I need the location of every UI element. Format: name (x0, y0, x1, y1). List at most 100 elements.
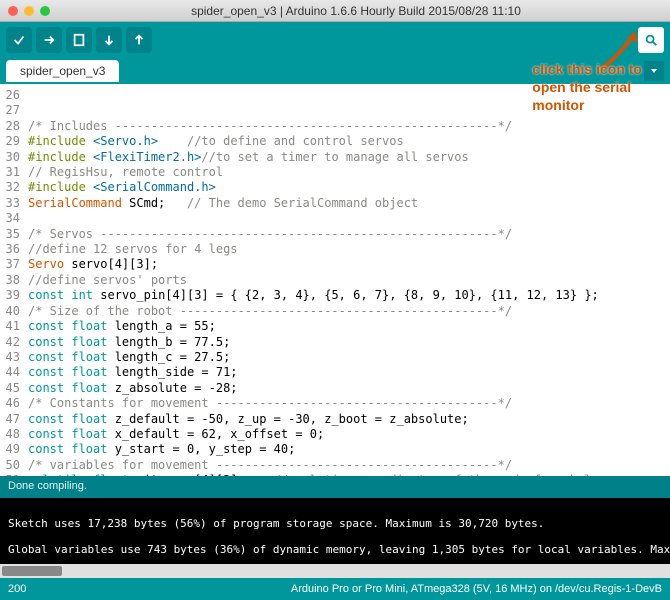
code-line[interactable]: 44const float length_side = 71; (0, 365, 670, 380)
code-line[interactable]: 51volatile float site_now[4][3]; //real-… (0, 473, 670, 476)
code-text (28, 211, 670, 226)
line-number-gutter: 46 (0, 396, 28, 411)
code-text: volatile float site_now[4][3]; //real-ti… (28, 473, 670, 476)
line-number-gutter: 45 (0, 381, 28, 396)
line-number-gutter: 34 (0, 211, 28, 226)
code-line[interactable]: 48const float x_default = 62, x_offset =… (0, 427, 670, 442)
code-text: const float y_start = 0, y_step = 40; (28, 442, 670, 457)
code-text: //define servos' ports (28, 273, 670, 288)
console-line: Global variables use 743 bytes (36%) of … (8, 543, 662, 556)
code-text: const float z_default = -50, z_up = -30,… (28, 412, 670, 427)
line-number-gutter: 50 (0, 458, 28, 473)
verify-button[interactable] (6, 27, 32, 53)
code-text: const float length_c = 27.5; (28, 350, 670, 365)
code-text: const int servo_pin[4][3] = { {2, 3, 4},… (28, 288, 670, 303)
code-text: /* variables for movement --------------… (28, 458, 670, 473)
line-number: 200 (8, 583, 26, 595)
code-line[interactable]: 26 (0, 88, 670, 103)
horizontal-scrollbar[interactable] (0, 564, 670, 578)
code-text: const float x_default = 62, x_offset = 0… (28, 427, 670, 442)
code-line[interactable]: 28/* Includes --------------------------… (0, 119, 670, 134)
code-text: /* Includes ----------------------------… (28, 119, 670, 134)
console-output: Sketch uses 17,238 bytes (56%) of progra… (0, 498, 670, 564)
minimize-icon[interactable] (24, 6, 34, 16)
line-number-gutter: 44 (0, 365, 28, 380)
line-number-gutter: 35 (0, 227, 28, 242)
footer: 200 Arduino Pro or Pro Mini, ATmega328 (… (0, 578, 670, 600)
code-line[interactable]: 40/* Size of the robot -----------------… (0, 304, 670, 319)
code-line[interactable]: 38//define servos' ports (0, 273, 670, 288)
code-text: const float length_side = 71; (28, 365, 670, 380)
line-number-gutter: 43 (0, 350, 28, 365)
code-line[interactable]: 33SerialCommand SCmd; // The demo Serial… (0, 196, 670, 211)
console-line: Sketch uses 17,238 bytes (56%) of progra… (8, 517, 662, 530)
line-number-gutter: 48 (0, 427, 28, 442)
code-line[interactable]: 45const float z_absolute = -28; (0, 381, 670, 396)
status-bar: Done compiling. (0, 476, 670, 498)
code-line[interactable]: 49const float y_start = 0, y_step = 40; (0, 442, 670, 457)
code-line[interactable]: 37Servo servo[4][3]; (0, 257, 670, 272)
line-number-gutter: 30 (0, 150, 28, 165)
tab-bar: spider_open_v3 (0, 58, 670, 84)
code-text: #include <SerialCommand.h> (28, 180, 670, 195)
tab-sketch[interactable]: spider_open_v3 (6, 60, 119, 82)
code-text: /* Size of the robot -------------------… (28, 304, 670, 319)
scrollbar-thumb[interactable] (2, 566, 62, 576)
code-line[interactable]: 46/* Constants for movement ------------… (0, 396, 670, 411)
code-line[interactable]: 50/* variables for movement ------------… (0, 458, 670, 473)
line-number-gutter: 49 (0, 442, 28, 457)
tab-menu-button[interactable] (644, 61, 664, 81)
open-button[interactable] (96, 27, 122, 53)
line-number-gutter: 29 (0, 134, 28, 149)
code-text: /* Constants for movement --------------… (28, 396, 670, 411)
line-number-gutter: 47 (0, 412, 28, 427)
code-line[interactable]: 43const float length_c = 27.5; (0, 350, 670, 365)
titlebar: spider_open_v3 | Arduino 1.6.6 Hourly Bu… (0, 0, 670, 22)
maximize-icon[interactable] (40, 6, 50, 16)
line-number-gutter: 28 (0, 119, 28, 134)
code-text: /* Servos ------------------------------… (28, 227, 670, 242)
window-title: spider_open_v3 | Arduino 1.6.6 Hourly Bu… (50, 4, 662, 18)
upload-button[interactable] (36, 27, 62, 53)
code-line[interactable]: 36//define 12 servos for 4 legs (0, 242, 670, 257)
save-button[interactable] (126, 27, 152, 53)
new-button[interactable] (66, 27, 92, 53)
code-text: #include <Servo.h> //to define and contr… (28, 134, 670, 149)
line-number-gutter: 36 (0, 242, 28, 257)
code-text: const float length_b = 77.5; (28, 335, 670, 350)
close-icon[interactable] (8, 6, 18, 16)
line-number-gutter: 27 (0, 103, 28, 118)
code-line[interactable]: 30#include <FlexiTimer2.h>//to set a tim… (0, 150, 670, 165)
line-number-gutter: 32 (0, 180, 28, 195)
toolbar (0, 22, 670, 58)
line-number-gutter: 37 (0, 257, 28, 272)
code-text (28, 88, 670, 103)
code-line[interactable]: 35/* Servos ----------------------------… (0, 227, 670, 242)
code-text: SerialCommand SCmd; // The demo SerialCo… (28, 196, 670, 211)
window-controls (8, 6, 50, 16)
code-text: //define 12 servos for 4 legs (28, 242, 670, 257)
line-number-gutter: 33 (0, 196, 28, 211)
line-number-gutter: 26 (0, 88, 28, 103)
code-line[interactable]: 39const int servo_pin[4][3] = { {2, 3, 4… (0, 288, 670, 303)
code-line[interactable]: 42const float length_b = 77.5; (0, 335, 670, 350)
code-text: const float length_a = 55; (28, 319, 670, 334)
code-line[interactable]: 41const float length_a = 55; (0, 319, 670, 334)
code-line[interactable]: 29#include <Servo.h> //to define and con… (0, 134, 670, 149)
serial-monitor-button[interactable] (638, 27, 664, 53)
line-number-gutter: 40 (0, 304, 28, 319)
code-line[interactable]: 47const float z_default = -50, z_up = -3… (0, 412, 670, 427)
line-number-gutter: 31 (0, 165, 28, 180)
status-text: Done compiling. (8, 480, 87, 492)
code-line[interactable]: 34 (0, 211, 670, 226)
code-line[interactable]: 31// RegisHsu, remote control (0, 165, 670, 180)
code-line[interactable]: 27 (0, 103, 670, 118)
code-editor[interactable]: 262728/* Includes ----------------------… (0, 84, 670, 476)
code-text: const float z_absolute = -28; (28, 381, 670, 396)
line-number-gutter: 42 (0, 335, 28, 350)
code-line[interactable]: 32#include <SerialCommand.h> (0, 180, 670, 195)
code-text (28, 103, 670, 118)
code-text: Servo servo[4][3]; (28, 257, 670, 272)
code-text: // RegisHsu, remote control (28, 165, 670, 180)
line-number-gutter: 38 (0, 273, 28, 288)
